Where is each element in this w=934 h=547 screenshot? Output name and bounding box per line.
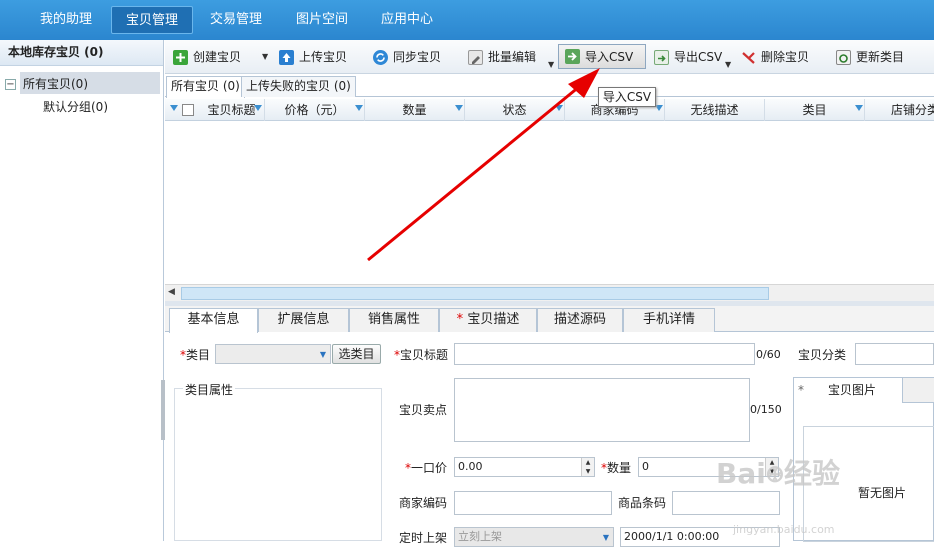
watermark-url: jingyan.baidu.com [733, 523, 835, 536]
arrow-shaft [367, 84, 581, 262]
watermark-logo: Bai𐃏经验 [716, 457, 841, 490]
